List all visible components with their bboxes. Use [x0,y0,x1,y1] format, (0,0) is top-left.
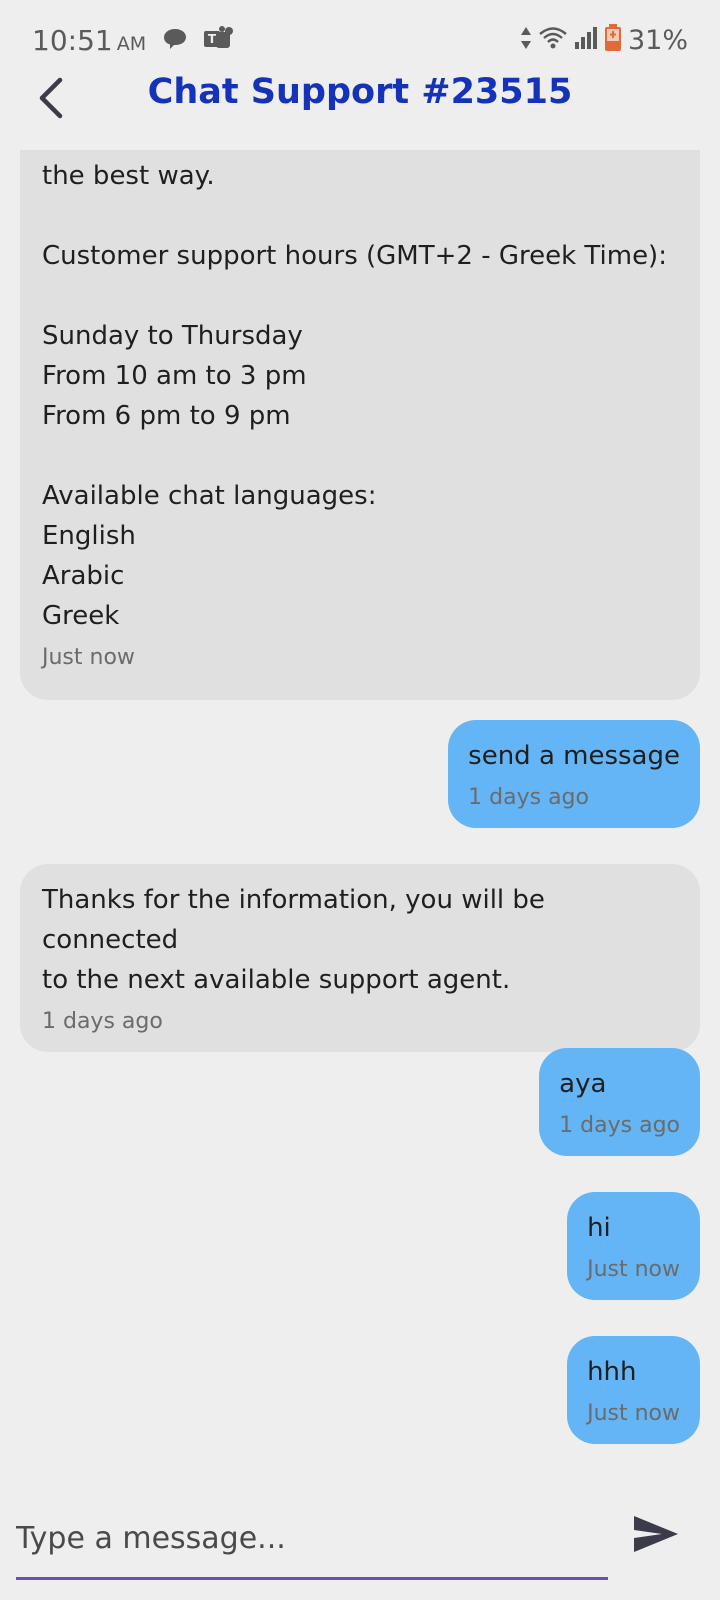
message-timestamp: Just now [587,1257,680,1282]
message-timestamp: Just now [42,645,135,670]
message-line [42,196,678,236]
message-bubble-outgoing: hi Just now [567,1192,700,1300]
battery-icon [604,24,622,56]
message-line: English [42,521,136,551]
message-line [42,436,678,476]
message-line: Thanks for the information, you will be … [42,885,545,955]
message-bubble-outgoing: hhh Just now [567,1336,700,1444]
message-bubble-outgoing: send a message 1 days ago [448,720,700,828]
message-line: From 10 am to 3 pm [42,361,307,391]
message-bubble-incoming: Thanks for the information, you will be … [20,864,700,1052]
system-status-icons: 31% [520,24,688,56]
status-time: 10:51 AM [32,24,146,57]
chat-bubble-icon [162,26,188,58]
message-composer [16,1500,608,1584]
battery-percent: 31% [627,24,688,56]
data-arrows-icon [520,25,532,55]
message-bubble-incoming: the best way. Customer support hours (GM… [20,150,700,700]
page-title: Chat Support #23515 [147,72,573,112]
message-line: the best way. [42,161,215,191]
teams-icon: T [202,26,236,58]
message-bubble-outgoing: aya 1 days ago [539,1048,700,1156]
message-timestamp: Just now [587,1401,680,1426]
message-text: aya [559,1069,607,1099]
message-line [42,276,678,316]
status-bar: 10:51 AM T 31% [0,0,720,80]
message-timestamp: 1 days ago [42,1009,163,1034]
signal-icon [574,26,598,54]
status-clock: 10:51 [32,24,113,57]
message-text: send a message [468,741,680,771]
message-timestamp: 1 days ago [468,785,589,810]
message-line: From 6 pm to 9 pm [42,401,291,431]
message-text: hi [587,1213,611,1243]
send-icon [632,1514,680,1558]
message-input[interactable] [16,1500,608,1580]
svg-text:T: T [208,32,217,46]
message-line: to the next available support agent. [42,965,511,995]
send-button[interactable] [628,1510,684,1562]
status-ampm: AM [116,33,147,55]
message-line: Sunday to Thursday [42,321,303,351]
message-line: Arabic [42,561,125,591]
message-text: hhh [587,1357,637,1387]
wifi-icon [538,25,568,55]
message-timestamp: 1 days ago [559,1113,680,1138]
message-line: Available chat languages: [42,481,377,511]
message-line: Greek [42,601,120,631]
notification-icons: T [162,26,236,58]
message-line: Customer support hours (GMT+2 - Greek Ti… [42,241,667,271]
